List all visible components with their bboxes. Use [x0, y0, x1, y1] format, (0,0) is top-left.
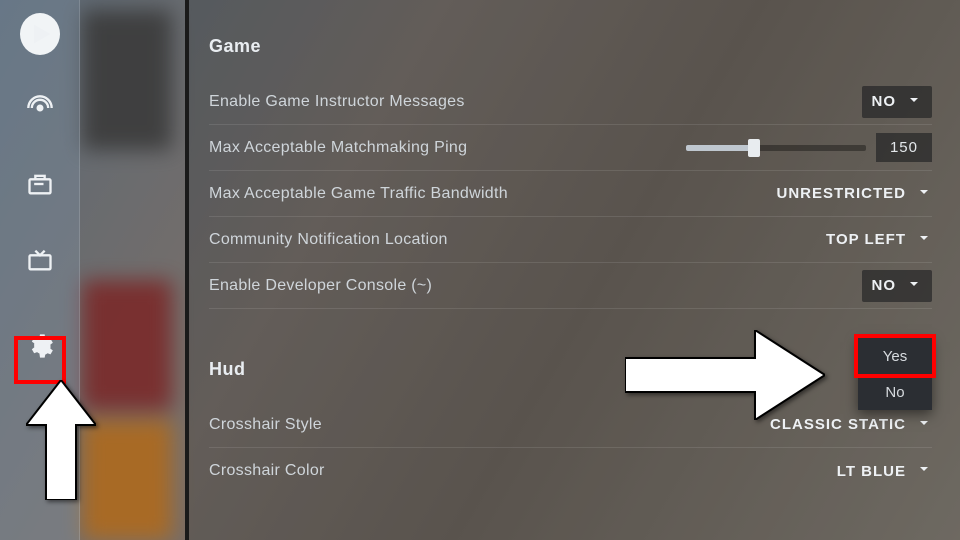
dropdown-instructor[interactable]: NO	[862, 86, 933, 118]
watch-button[interactable]	[20, 242, 60, 282]
value-text: NO	[872, 277, 897, 294]
row-label: Enable Developer Console (~)	[209, 277, 432, 295]
chevron-down-icon	[916, 184, 932, 204]
tv-icon	[26, 246, 54, 279]
broadcast-icon	[26, 94, 54, 127]
slider-thumb[interactable]	[748, 139, 760, 157]
row-dev-console: Enable Developer Console (~) NO	[209, 263, 932, 309]
dev-console-dropdown-menu: Yes No	[858, 338, 932, 410]
row-label: Enable Game Instructor Messages	[209, 93, 465, 111]
dropdown-option-no[interactable]: No	[858, 374, 932, 410]
row-crosshair-color: Crosshair Color LT BLUE	[209, 448, 932, 494]
chevron-down-icon	[916, 461, 932, 481]
section-title-game: Game	[209, 36, 932, 57]
chevron-down-icon	[906, 276, 922, 296]
value-text: LT BLUE	[837, 463, 906, 480]
chevron-down-icon	[906, 92, 922, 112]
dropdown-community-location[interactable]: TOP LEFT	[826, 230, 932, 250]
row-label: Crosshair Style	[209, 416, 322, 434]
annotation-arrow-up	[26, 380, 96, 505]
settings-panel: Game Enable Game Instructor Messages NO …	[189, 0, 960, 540]
ping-value[interactable]: 150	[876, 133, 932, 162]
play-icon	[20, 13, 60, 55]
row-label: Max Acceptable Matchmaking Ping	[209, 139, 467, 157]
ping-slider[interactable]	[686, 145, 866, 151]
dropdown-bandwidth[interactable]: UNRESTRICTED	[776, 184, 932, 204]
row-label: Max Acceptable Game Traffic Bandwidth	[209, 185, 508, 203]
play-button[interactable]	[20, 14, 60, 54]
inventory-button[interactable]	[20, 166, 60, 206]
ping-control: 150	[686, 133, 932, 162]
row-ping: Max Acceptable Matchmaking Ping 150	[209, 125, 932, 171]
vertical-divider	[185, 0, 189, 540]
chevron-down-icon	[916, 415, 932, 435]
annotation-arrow-right	[625, 330, 825, 425]
chevron-down-icon	[916, 230, 932, 250]
briefcase-icon	[26, 170, 54, 203]
gear-icon	[26, 332, 54, 365]
value-text: UNRESTRICTED	[776, 185, 906, 202]
slider-fill	[686, 145, 754, 151]
dropdown-option-yes[interactable]: Yes	[858, 338, 932, 374]
row-label: Community Notification Location	[209, 231, 448, 249]
value-text: NO	[872, 93, 897, 110]
row-label: Crosshair Color	[209, 462, 325, 480]
row-bandwidth: Max Acceptable Game Traffic Bandwidth UN…	[209, 171, 932, 217]
dropdown-dev-console[interactable]: NO	[862, 270, 933, 302]
broadcast-button[interactable]	[20, 90, 60, 130]
value-text: TOP LEFT	[826, 231, 906, 248]
row-community-location: Community Notification Location TOP LEFT	[209, 217, 932, 263]
row-instructor: Enable Game Instructor Messages NO	[209, 79, 932, 125]
settings-button[interactable]	[20, 328, 60, 368]
dropdown-crosshair-color[interactable]: LT BLUE	[837, 461, 932, 481]
